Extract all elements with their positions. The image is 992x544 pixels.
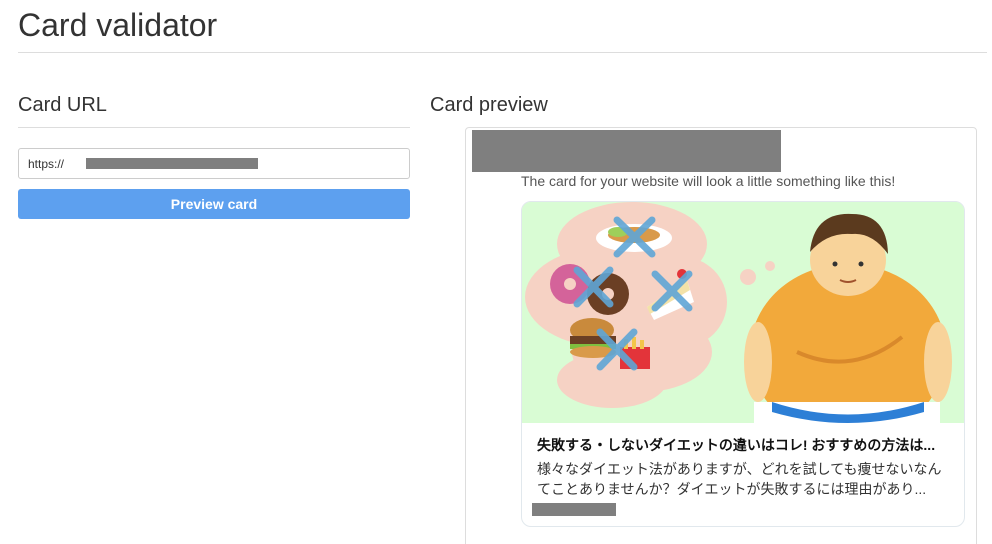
page-title: Card validator	[18, 7, 218, 43]
thought-bubble-small	[765, 261, 775, 271]
diet-illustration	[522, 202, 964, 423]
card-validator-page: Card validator Card URL Preview card Car…	[0, 0, 992, 544]
card-description: 様々なダイエット法がありますが、どれを試しても痩せないなんてことありませんか？ダ…	[537, 461, 942, 497]
card-url-divider	[18, 127, 410, 128]
card-image	[522, 202, 964, 423]
title-divider	[18, 52, 987, 53]
card-text: 失敗する・しないダイエットの違いはコレ! おすすめの方法は... 様々なダイエッ…	[537, 436, 952, 499]
card-url-field[interactable]	[18, 148, 410, 179]
domain-redaction	[532, 503, 616, 516]
account-redaction	[472, 130, 781, 172]
card-title: 失敗する・しないダイエットの違いはコレ! おすすめの方法は...	[537, 437, 936, 453]
card-url-heading: Card URL	[18, 94, 107, 116]
preview-card-button[interactable]: Preview card	[18, 189, 410, 219]
url-redaction	[86, 158, 258, 169]
thought-bubble-large	[740, 269, 756, 285]
card-preview[interactable]: 失敗する・しないダイエットの違いはコレ! おすすめの方法は... 様々なダイエッ…	[521, 201, 965, 527]
card-preview-heading: Card preview	[430, 94, 548, 116]
preview-caption: The card for your website will look a li…	[521, 173, 896, 189]
